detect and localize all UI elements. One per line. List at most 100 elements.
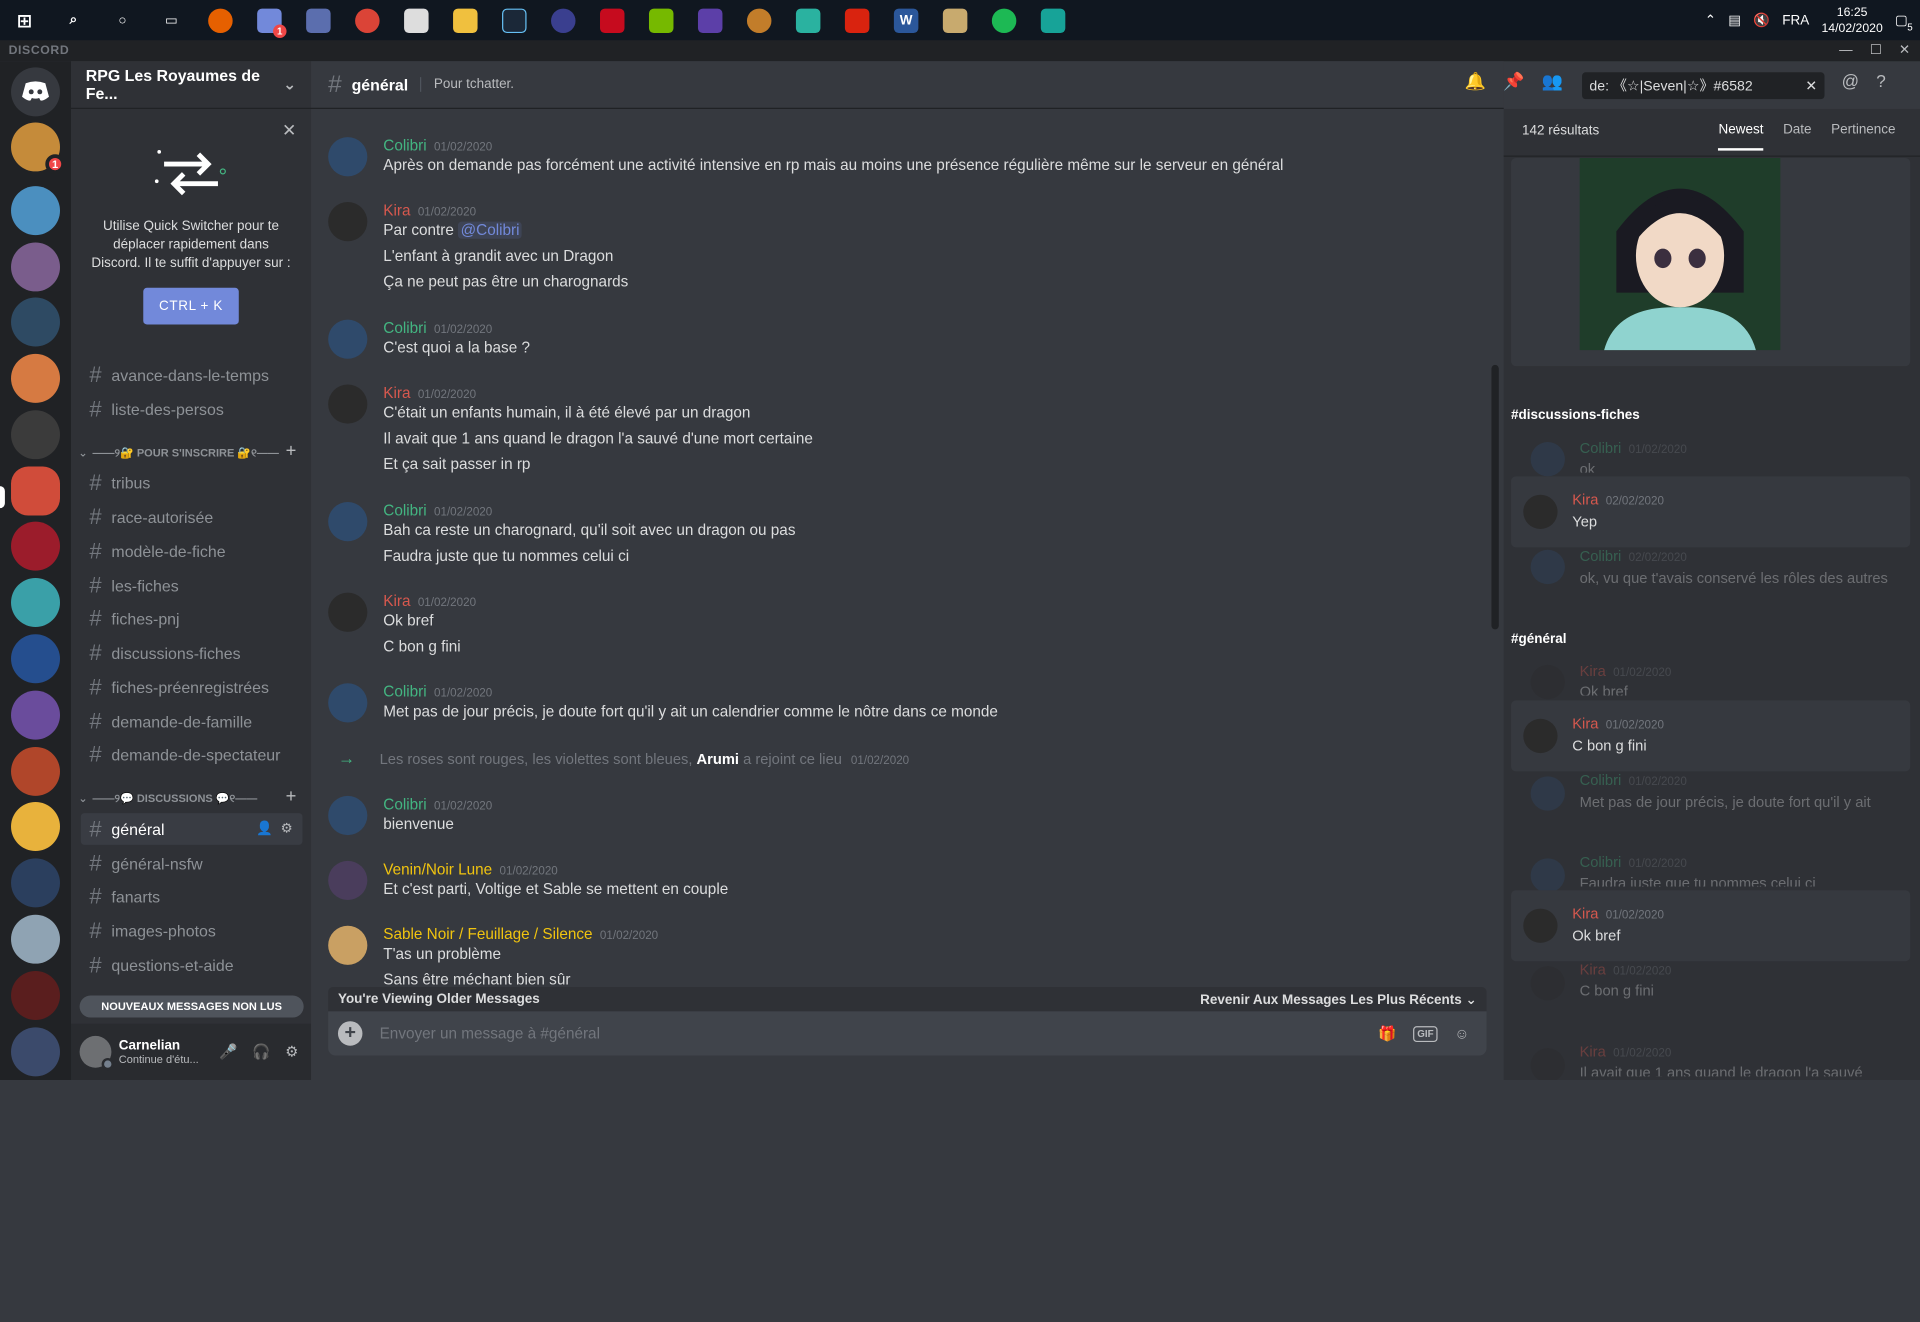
tab-pertinence[interactable]: Pertinence [1831, 122, 1895, 150]
upload-plus-icon[interactable]: + [337, 1021, 363, 1046]
nvidia-icon[interactable] [648, 7, 674, 33]
server-icon-6[interactable] [11, 410, 61, 460]
new-unread-messages-button[interactable]: NOUVEAUX MESSAGES NON LUS [79, 995, 304, 1018]
minimize-icon[interactable]: — [1839, 40, 1852, 61]
search-result-image-card[interactable] [1511, 157, 1911, 367]
message-author[interactable]: Sable Noir / Feuillage / Silence [383, 926, 592, 943]
help-icon[interactable]: ? [1876, 71, 1886, 91]
search-input[interactable]: de: 《☆|Seven|☆》#6582 ✕ [1582, 72, 1825, 100]
language-indicator[interactable]: FRA [1782, 13, 1809, 28]
chevron-up-icon[interactable]: ⌃ [1705, 12, 1716, 28]
channel-demande-de-spectateur[interactable]: # demande-de-spectateur [81, 738, 303, 770]
channel-modele-de-fiche[interactable]: # modèle-de-fiche [81, 535, 303, 567]
server-icon-10[interactable] [11, 634, 61, 684]
invite-icon[interactable]: 👤 [256, 820, 273, 837]
search-result[interactable]: Kira 01/02/2020 Ok bref [1511, 890, 1911, 962]
league-icon[interactable] [942, 7, 968, 33]
search-icon[interactable]: ⌕ [61, 8, 85, 32]
user-mention[interactable]: @Colibri [458, 221, 522, 239]
volume-muted-icon[interactable]: 🔇 [1753, 12, 1770, 28]
channel-general-nsfw[interactable]: # général-nsfw [81, 847, 303, 879]
server-icon-15[interactable] [11, 914, 61, 964]
firefox-icon[interactable] [208, 7, 233, 33]
server-icon-16[interactable] [11, 971, 61, 1021]
chrome-icon[interactable] [355, 7, 380, 33]
channel-tribus[interactable]: # tribus [81, 467, 303, 499]
message-author[interactable]: Colibri [383, 320, 426, 337]
guild-header[interactable]: RPG Les Royaumes de Fe... ⌄ [71, 61, 312, 109]
message-author[interactable]: Colibri [383, 502, 426, 519]
discord-taskbar-icon[interactable]: 1 [257, 7, 287, 38]
chat-scrollbar[interactable] [1491, 364, 1499, 630]
close-icon[interactable]: ✕ [282, 120, 296, 141]
quick-switcher-shortcut-button[interactable]: CTRL + K [143, 287, 239, 325]
server-icon-13[interactable] [11, 802, 61, 852]
microphone-icon[interactable]: 🎤 [219, 1043, 237, 1060]
discord-home-button[interactable] [11, 67, 61, 117]
server-icon-8[interactable] [11, 521, 61, 571]
add-channel-icon[interactable]: + [286, 786, 297, 807]
headphones-icon[interactable]: 🎧 [252, 1043, 270, 1060]
discord-alt-icon[interactable] [306, 7, 331, 33]
game-icon[interactable] [746, 7, 772, 33]
category-inscription[interactable]: ⌄ ——୨🔐 POUR S'INSCRIRE 🔐୧—— + [78, 441, 303, 463]
close-window-icon[interactable]: ✕ [1899, 40, 1910, 61]
emoji-icon[interactable]: ☺ [1454, 1025, 1469, 1042]
notifications-icon[interactable]: ▢ 5 [1895, 12, 1913, 33]
server-icon-2[interactable] [11, 186, 61, 236]
clear-search-icon[interactable]: ✕ [1805, 77, 1817, 95]
channel-fiches-preenregistrees[interactable]: # fiches-préenregistrées [81, 671, 303, 703]
server-icon-12[interactable] [11, 746, 61, 796]
search-result[interactable]: Kira 01/02/2020 C bon g fini [1511, 700, 1911, 772]
clock[interactable]: 16:25 14/02/2020 [1821, 4, 1882, 36]
members-icon[interactable]: 👥 [1541, 71, 1562, 92]
app-icon-teal[interactable] [795, 7, 821, 33]
message-author[interactable]: Kira [383, 202, 410, 219]
server-icon-17[interactable] [11, 1027, 61, 1077]
channel-les-fiches[interactable]: # les-fiches [81, 569, 303, 601]
message-author[interactable]: Kira [383, 593, 410, 610]
add-channel-icon[interactable]: + [286, 441, 297, 462]
word-icon[interactable]: W [893, 7, 919, 33]
channel-liste-des-persos[interactable]: # liste-des-persos [81, 393, 303, 425]
app-icon-a[interactable] [551, 7, 576, 33]
joined-user[interactable]: Arumi [697, 751, 739, 768]
steam-icon[interactable] [502, 7, 527, 33]
category-discussions[interactable]: ⌄ ——୨💬 DISCUSSIONS 💬୧—— + [78, 786, 303, 809]
search-result[interactable]: Kira 02/02/2020 Yep [1511, 476, 1911, 548]
server-icon-4[interactable] [11, 297, 61, 347]
tab-newest[interactable]: Newest [1718, 122, 1764, 151]
spotify-icon[interactable] [991, 7, 1017, 33]
result-group-channel[interactable]: #discussions-fiches [1511, 408, 1640, 423]
gift-icon[interactable]: 🎁 [1378, 1025, 1396, 1042]
message-author[interactable]: Kira [383, 384, 410, 401]
file-explorer-icon[interactable] [453, 7, 478, 33]
app-icon-flag[interactable] [600, 7, 625, 33]
server-icon-5[interactable] [11, 353, 61, 403]
app-icon-shield[interactable] [1040, 7, 1066, 33]
avatar[interactable] [328, 502, 368, 542]
channel-general[interactable]: # général 👤 ⚙ [80, 813, 303, 845]
channel-discussions-fiches[interactable]: # discussions-fiches [81, 637, 303, 669]
tab-date[interactable]: Date [1783, 122, 1811, 150]
gear-icon[interactable]: ⚙ [285, 1043, 298, 1060]
message-author[interactable]: Venin/Noir Lune [383, 861, 492, 878]
maximize-icon[interactable]: ☐ [1870, 40, 1882, 61]
server-icon-14[interactable] [11, 858, 61, 908]
server-icon-11[interactable] [11, 690, 61, 740]
channel-fiches-pnj[interactable]: # fiches-pnj [81, 602, 303, 634]
windows-start-icon[interactable]: ⊞ [12, 8, 36, 32]
avatar[interactable] [328, 683, 368, 723]
result-group-channel[interactable]: #général [1511, 632, 1566, 647]
bell-icon[interactable]: 🔔 [1465, 71, 1486, 92]
avatar[interactable] [328, 384, 368, 424]
avatar[interactable] [328, 137, 368, 177]
channel-fanarts[interactable]: # fanarts [81, 880, 303, 912]
avatar[interactable] [328, 319, 368, 359]
server-icon-9[interactable] [11, 577, 61, 627]
channel-questions-et-aide[interactable]: # questions-et-aide [81, 949, 303, 981]
avatar[interactable] [328, 202, 368, 242]
server-icon-1[interactable]: 1 [11, 122, 65, 174]
avatar[interactable] [328, 925, 368, 965]
acrobat-icon[interactable] [844, 7, 870, 33]
